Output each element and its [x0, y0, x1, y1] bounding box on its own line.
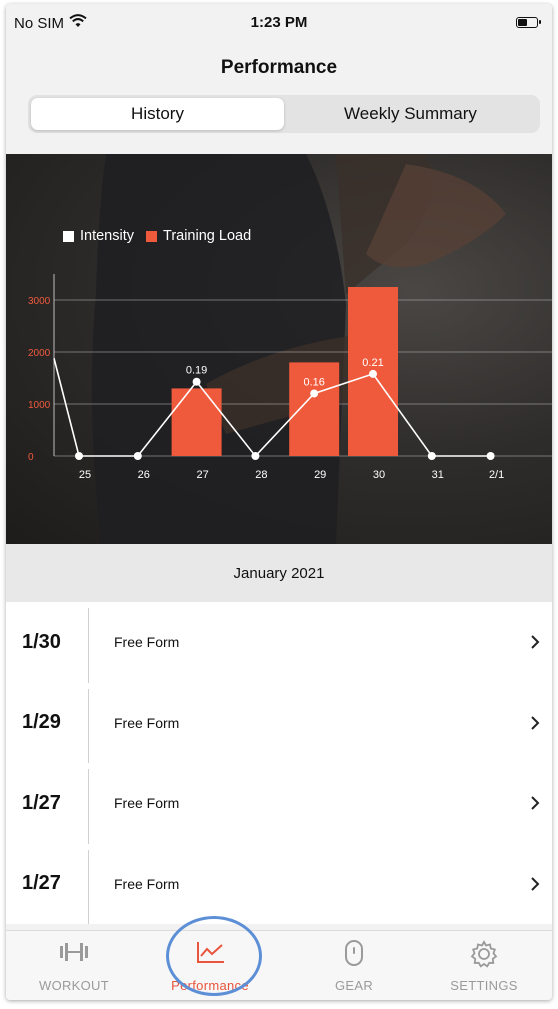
intensity-point	[75, 452, 83, 460]
intensity-point	[486, 452, 495, 460]
list-item[interactable]: 1/27 Free Form	[6, 843, 552, 925]
legend-intensity: Intensity	[63, 228, 134, 244]
session-date: 1/29	[22, 711, 61, 734]
x-tick-label: 28	[255, 469, 267, 481]
highlight-annotation	[166, 916, 262, 996]
intensity-data-label: 0.19	[186, 365, 207, 377]
intensity-data-label: 0.16	[303, 376, 324, 388]
legend-swatch-training-load	[146, 230, 157, 242]
legend-label-training-load: Training Load	[163, 228, 252, 244]
divider	[88, 688, 89, 763]
tab-label: SETTINGS	[450, 978, 518, 993]
legend-training-load: Training Load	[146, 228, 251, 244]
tab-gear[interactable]: GEAR	[286, 931, 422, 1000]
session-name: Free Form	[114, 795, 180, 812]
page-title: Performance	[220, 57, 338, 78]
divider	[88, 608, 89, 683]
session-name: Free Form	[114, 634, 180, 651]
tab-bar: WORKOUT Performance GEAR SETTINGS	[6, 930, 552, 1000]
session-date: 1/27	[22, 791, 61, 814]
y-tick-label: 2000	[28, 348, 51, 359]
tab-weekly-summary[interactable]: Weekly Summary	[284, 98, 537, 130]
intensity-data-label: 0.21	[362, 357, 383, 369]
chart-legend: Intensity Training Load	[63, 228, 257, 244]
x-tick-label: 31	[432, 469, 444, 481]
intensity-line	[53, 358, 491, 458]
tab-label: GEAR	[334, 978, 374, 993]
list-item[interactable]: 1/30 Free Form	[6, 602, 552, 683]
phone-screen: No SIM 1:23 PM Performance History Weekl…	[6, 4, 552, 1000]
training-chart: 0 1000 2000 3000 0.19 0.16 0.21 25 26 27 28 29 30 31 2…	[28, 274, 552, 481]
session-list: 1/30 Free Form 1/29 Free Form 1/27 Free …	[6, 602, 552, 924]
y-tick-label: 3000	[28, 296, 51, 307]
intensity-point	[192, 377, 201, 386]
list-item[interactable]: 1/27 Free Form	[6, 763, 552, 844]
y-tick-label: 1000	[28, 400, 51, 411]
chevron-right-icon	[530, 763, 540, 844]
chevron-right-icon	[530, 602, 540, 683]
tab-workout[interactable]: WORKOUT	[6, 931, 142, 1000]
clock: 1:23 PM	[250, 14, 308, 31]
intensity-point	[251, 452, 260, 460]
intensity-point	[133, 452, 142, 460]
intensity-point	[427, 452, 436, 460]
gear-icon	[416, 939, 552, 968]
month-header: January 2021	[6, 544, 552, 602]
intensity-point	[310, 389, 319, 398]
x-tick-label: 30	[373, 469, 385, 481]
tab-history[interactable]: History	[31, 98, 284, 130]
performance-chart-panel: 0 1000 2000 3000 0.19 0.16 0.21 25 26 27 28 29 30 31 2…	[6, 154, 552, 544]
session-name: Free Form	[114, 714, 180, 731]
session-date: 1/30	[22, 630, 61, 653]
tab-settings[interactable]: SETTINGS	[416, 931, 552, 1000]
status-bar: No SIM 1:23 PM	[6, 4, 552, 42]
x-tick-label: 26	[138, 469, 150, 481]
battery-icon	[516, 17, 541, 28]
chevron-right-icon	[530, 683, 540, 764]
x-tick-label: 27	[196, 469, 208, 481]
list-item[interactable]: 1/29 Free Form	[6, 682, 552, 764]
x-tick-label: 29	[314, 469, 326, 481]
divider	[88, 769, 89, 844]
intensity-point	[369, 369, 377, 378]
device-icon	[286, 939, 422, 966]
legend-swatch-intensity	[63, 230, 74, 242]
dumbbell-icon	[6, 939, 142, 965]
x-tick-label: 25	[79, 469, 91, 481]
x-tick-label: 2/1	[489, 469, 504, 481]
divider	[88, 849, 89, 924]
session-date: 1/27	[22, 872, 61, 895]
chevron-right-icon	[530, 844, 540, 925]
tab-label: WORKOUT	[39, 978, 109, 993]
session-name: Free Form	[114, 875, 180, 892]
segmented-control: History Weekly Summary	[28, 95, 540, 133]
y-tick-label: 0	[28, 452, 34, 463]
legend-label-intensity: Intensity	[80, 228, 134, 244]
bar	[171, 388, 222, 456]
